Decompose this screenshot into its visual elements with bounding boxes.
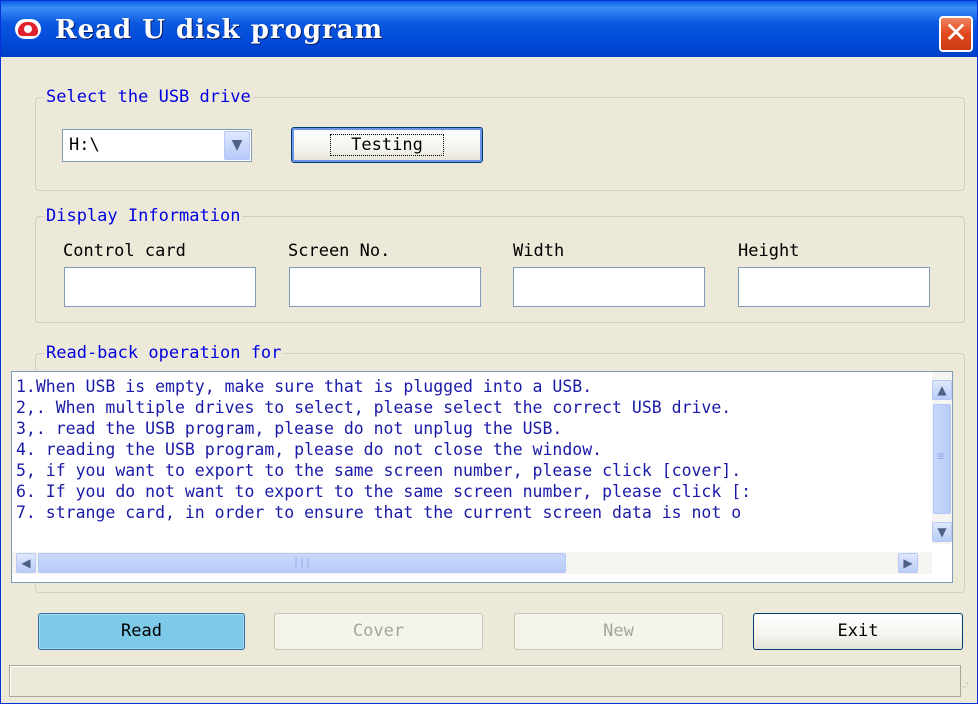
exit-button[interactable]: Exit bbox=[753, 613, 963, 650]
usb-drive-legend: Select the USB drive bbox=[46, 87, 251, 107]
read-u-disk-window: Read U disk program ✕ Select the USB dri… bbox=[0, 0, 978, 704]
instruction-line: 6. If you do not want to export to the s… bbox=[16, 482, 752, 501]
read-button[interactable]: Read bbox=[38, 613, 245, 650]
window-title: Read U disk program bbox=[55, 15, 384, 45]
resize-grip-icon[interactable]: ⋰ bbox=[959, 683, 973, 697]
scroll-up-icon[interactable]: ▲ bbox=[932, 380, 952, 400]
control-card-field[interactable] bbox=[64, 267, 256, 307]
instruction-line: 7. strange card, in order to ensure that… bbox=[16, 503, 742, 522]
vertical-scroll-thumb[interactable] bbox=[933, 404, 951, 514]
close-button[interactable]: ✕ bbox=[939, 16, 973, 52]
app-logo-icon bbox=[15, 19, 41, 39]
instruction-line: 5, if you want to export to the same scr… bbox=[16, 461, 742, 480]
cover-button[interactable]: Cover bbox=[274, 613, 483, 650]
instructions-textarea[interactable]: 1.When USB is empty, make sure that is p… bbox=[11, 371, 953, 583]
instruction-line: 3,. read the USB program, please do not … bbox=[16, 419, 563, 438]
status-bar bbox=[9, 665, 961, 697]
close-icon: ✕ bbox=[944, 16, 968, 49]
height-label: Height bbox=[738, 241, 800, 261]
instruction-line: 4. reading the USB program, please do no… bbox=[16, 440, 603, 459]
drive-select[interactable]: H:\ ▼ bbox=[62, 129, 252, 162]
horizontal-scroll-thumb[interactable]: ||| bbox=[38, 553, 566, 573]
width-label: Width bbox=[513, 241, 565, 261]
scroll-left-icon[interactable]: ◀ bbox=[16, 553, 36, 573]
scroll-down-icon[interactable]: ▼ bbox=[932, 522, 952, 542]
control-card-label: Control card bbox=[63, 241, 186, 261]
readback-legend: Read-back operation for bbox=[46, 343, 282, 363]
drive-select-value: H:\ bbox=[69, 135, 100, 155]
screen-no-label: Screen No. bbox=[288, 241, 391, 261]
height-field[interactable] bbox=[738, 267, 930, 307]
display-info-legend: Display Information bbox=[46, 206, 241, 226]
title-bar[interactable]: Read U disk program ✕ bbox=[1, 1, 977, 57]
instructions-text: 1.When USB is empty, make sure that is p… bbox=[16, 376, 930, 546]
testing-button-label: Testing bbox=[330, 134, 444, 156]
scroll-right-icon[interactable]: ▶ bbox=[898, 553, 918, 573]
instruction-line: 1.When USB is empty, make sure that is p… bbox=[16, 377, 593, 396]
instruction-line: 2,. When multiple drives to select, plea… bbox=[16, 398, 732, 417]
screen-no-field[interactable] bbox=[289, 267, 481, 307]
new-button[interactable]: New bbox=[514, 613, 723, 650]
horizontal-scrollbar[interactable]: ◀ ||| ▶ bbox=[12, 552, 932, 574]
testing-button[interactable]: Testing bbox=[291, 127, 483, 163]
chevron-down-icon[interactable]: ▼ bbox=[224, 131, 250, 160]
vertical-scrollbar[interactable]: ▲ ▼ bbox=[932, 372, 952, 544]
width-field[interactable] bbox=[513, 267, 705, 307]
